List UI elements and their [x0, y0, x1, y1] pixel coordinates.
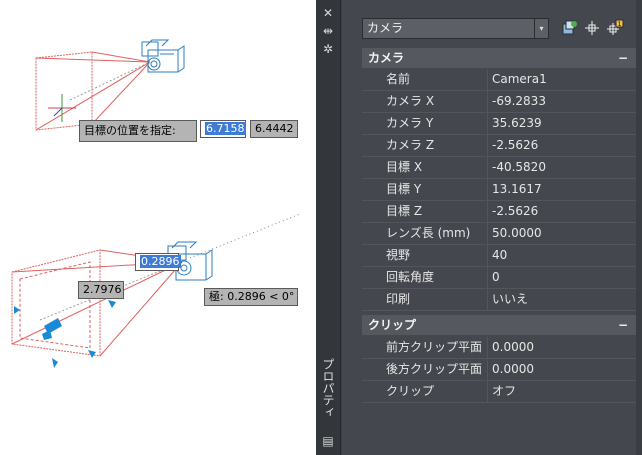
property-label: 目標 X — [386, 160, 423, 174]
object-type-value: カメラ — [367, 21, 404, 35]
collapse-icon[interactable]: − — [618, 315, 628, 335]
camera-properties: 名前 Camera1 カメラ X -69.2833 カメラ Y 35.6239 カメラ… — [362, 69, 636, 311]
property-value[interactable]: いいえ — [492, 289, 528, 310]
autohide-icon[interactable]: ⇹ — [321, 24, 335, 38]
property-row[interactable]: 視野 40 — [362, 245, 636, 267]
section-header-clip[interactable]: クリップ − — [362, 315, 636, 335]
clip-properties: 前方クリップ平面 0.0000 後方クリップ平面 0.0000 クリップ オフ — [362, 337, 636, 403]
target-prompt-label: 目標の位置を指定: — [79, 120, 197, 142]
camera-grips[interactable] — [14, 300, 116, 368]
section-header-camera[interactable]: カメラ − — [362, 48, 636, 68]
select-objects-icon[interactable] — [583, 19, 601, 37]
distance-readout: 2.7976 — [78, 281, 124, 299]
property-value[interactable]: 35.6239 — [492, 113, 542, 134]
grip-center — [44, 318, 62, 334]
target-x-value: 6.7158 — [205, 122, 246, 135]
property-row[interactable]: レンズ長 (mm) 50.0000 — [362, 223, 636, 245]
property-row[interactable]: カメラ Y 35.6239 — [362, 113, 636, 135]
section-title: クリップ — [368, 318, 417, 332]
length-value: 0.2896 — [140, 255, 181, 268]
property-value[interactable]: -2.5626 — [492, 135, 538, 156]
palette-scrollbar[interactable] — [636, 0, 642, 455]
properties-palette: ✕ ⇹ ✲ プロパティ ▤ カメラ ▾ 1 カメラ − 名前 Camera1 カ… — [316, 0, 642, 455]
properties-menu-icon[interactable]: ✲ — [321, 42, 335, 56]
property-row[interactable]: 目標 X -40.5820 — [362, 157, 636, 179]
property-value[interactable]: 0.0000 — [492, 337, 534, 358]
property-row[interactable]: カメラ Z -2.5626 — [362, 135, 636, 157]
svg-text:1: 1 — [618, 21, 622, 28]
property-row[interactable]: 目標 Y 13.1617 — [362, 179, 636, 201]
grip-bottom-right — [88, 350, 96, 358]
palette-content: カメラ ▾ 1 カメラ − 名前 Camera1 カメラ X -69.2833 — [342, 0, 642, 455]
upper-camera-frustum — [35, 51, 151, 131]
property-value[interactable]: 0 — [492, 267, 500, 288]
property-label: 後方クリップ平面 — [386, 362, 483, 376]
property-value[interactable]: 13.1617 — [492, 179, 542, 200]
property-label: カメラ Z — [386, 138, 435, 152]
property-value[interactable]: 40 — [492, 245, 507, 266]
property-label: カメラ Y — [386, 116, 434, 130]
property-label: カメラ X — [386, 94, 435, 108]
property-label: 名前 — [386, 72, 411, 86]
close-icon[interactable]: ✕ — [321, 6, 335, 20]
property-row[interactable]: 印刷 いいえ — [362, 289, 636, 311]
palette-title: プロパティ — [321, 358, 335, 418]
polar-readout: 極: 0.2896 < 0° — [204, 288, 298, 306]
collapse-icon[interactable]: − — [618, 48, 628, 68]
target-x-input[interactable]: 6.7158 — [200, 120, 246, 138]
property-row[interactable]: 目標 Z -2.5626 — [362, 201, 636, 223]
quick-select-icon[interactable] — [560, 19, 578, 37]
ucs-axes — [48, 94, 76, 122]
length-input[interactable]: 0.2896 — [135, 253, 181, 271]
property-value[interactable]: 50.0000 — [492, 223, 542, 244]
chevron-down-icon[interactable]: ▾ — [534, 19, 548, 38]
viewport-canvas[interactable] — [0, 0, 316, 455]
grip-left — [14, 306, 20, 314]
property-label: レンズ長 (mm) — [386, 226, 471, 240]
property-value[interactable]: -69.2833 — [492, 91, 546, 112]
property-value[interactable]: -40.5820 — [492, 157, 546, 178]
property-label: 印刷 — [386, 292, 411, 306]
grip-right — [108, 300, 116, 308]
property-label: 回転角度 — [386, 270, 435, 284]
property-label: クリップ — [386, 384, 435, 398]
property-value[interactable]: -2.5626 — [492, 201, 538, 222]
property-row[interactable]: カメラ X -69.2833 — [362, 91, 636, 113]
property-row[interactable]: 後方クリップ平面 0.0000 — [362, 359, 636, 381]
target-y-input[interactable]: 6.4442 — [250, 120, 298, 138]
palette-title-strip[interactable]: ✕ ⇹ ✲ プロパティ ▤ — [316, 0, 341, 455]
section-title: カメラ — [368, 51, 405, 65]
grip-bottom — [52, 358, 58, 368]
property-row[interactable]: 前方クリップ平面 0.0000 — [362, 337, 636, 359]
property-label: 前方クリップ平面 — [386, 340, 483, 354]
property-label: 視野 — [386, 248, 411, 262]
pickadd-toggle-icon[interactable]: 1 — [606, 19, 624, 37]
property-value[interactable]: 0.0000 — [492, 359, 534, 380]
object-type-dropdown[interactable]: カメラ ▾ — [362, 18, 549, 39]
property-row[interactable]: 名前 Camera1 — [362, 69, 636, 91]
property-row[interactable]: 回転角度 0 — [362, 267, 636, 289]
property-label: 目標 Y — [386, 182, 422, 196]
palette-bottom-icon[interactable]: ▤ — [321, 434, 335, 448]
drawing-viewport[interactable]: 目標の位置を指定: 6.7158 6.4442 0.2896 2.7976 極:… — [0, 0, 316, 455]
upper-camera-glyph — [141, 39, 185, 73]
property-value[interactable]: オフ — [492, 381, 516, 402]
property-row[interactable]: クリップ オフ — [362, 381, 636, 403]
property-value[interactable]: Camera1 — [492, 69, 547, 90]
property-label: 目標 Z — [386, 204, 423, 218]
